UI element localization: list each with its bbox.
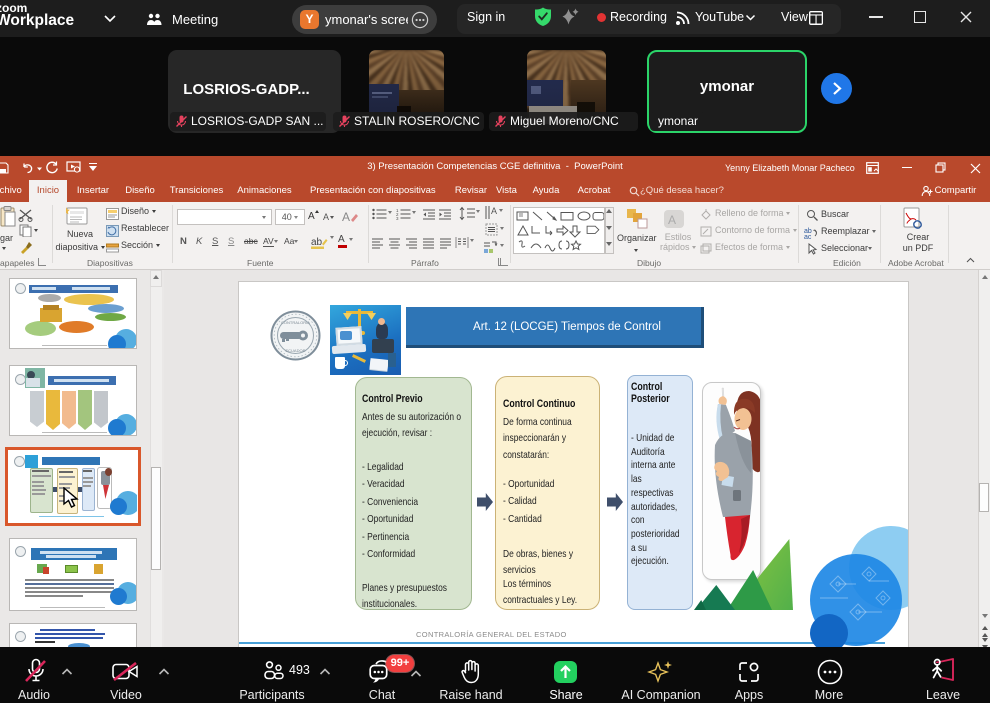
svg-text:A: A (668, 213, 676, 227)
svg-text:3: 3 (396, 216, 399, 220)
svg-text:ECUADOR: ECUADOR (285, 348, 305, 353)
svg-text:A: A (342, 210, 350, 224)
svg-text:CONTRALORIA: CONTRALORIA (281, 320, 310, 325)
svg-text:ab: ab (311, 237, 323, 248)
svg-text:A: A (491, 206, 497, 216)
svg-text:ac: ac (804, 234, 812, 239)
